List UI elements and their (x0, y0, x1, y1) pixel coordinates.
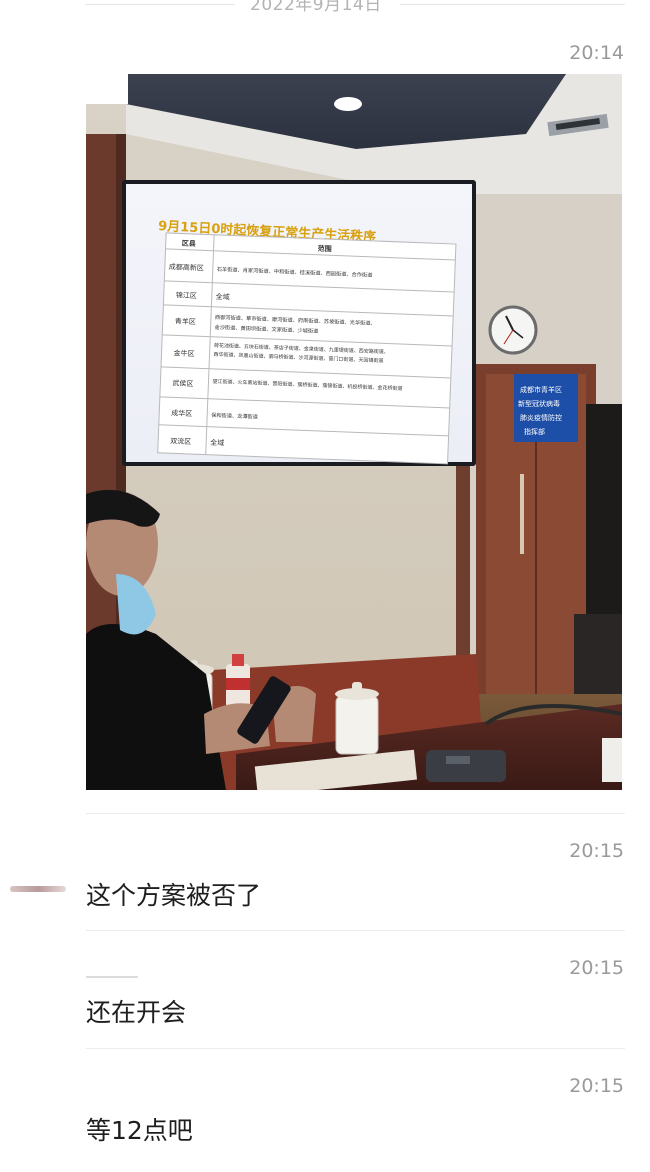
message-photo[interactable]: 成都市青羊区 新型冠状病毒 肺炎疫情防控 指挥部 9月15日0时起恢复正常生产生… (86, 74, 622, 790)
photo-corner-mask (86, 74, 128, 104)
message-text: 还在开会 (86, 998, 187, 1027)
message-divider (86, 930, 625, 931)
date-separator-label: 2022年9月14日 (250, 0, 382, 15)
message-divider (86, 813, 625, 814)
svg-text:锦江区: 锦江区 (176, 290, 197, 300)
svg-text:青羊区: 青羊区 (175, 316, 196, 326)
svg-text:成华区: 成华区 (171, 408, 192, 418)
slide-table: 区县 范围 成都高新区 石羊街道、肖家河街道、中和街道、桂溪街道、西园街道、合作… (157, 232, 457, 465)
svg-text:成都高新区: 成都高新区 (169, 262, 204, 272)
svg-text:全域: 全域 (216, 292, 230, 302)
svg-text:新型冠状病毒: 新型冠状病毒 (518, 399, 560, 408)
separator-line-left (85, 4, 235, 5)
svg-text:范围: 范围 (318, 244, 332, 254)
message-text: 这个方案被否了 (86, 881, 262, 910)
sender-name-fragment (86, 976, 138, 978)
message-text: 等12点吧 (86, 1116, 193, 1145)
svg-text:全域: 全域 (210, 438, 224, 448)
message-timestamp: 20:15 (569, 840, 624, 862)
message-timestamp: 20:14 (569, 42, 624, 64)
message-timestamp: 20:15 (569, 957, 624, 979)
svg-text:成都市青羊区: 成都市青羊区 (520, 385, 562, 394)
svg-text:区县: 区县 (182, 239, 196, 249)
avatar[interactable] (10, 886, 66, 892)
meeting-room-photo: 成都市青羊区 新型冠状病毒 肺炎疫情防控 指挥部 9月15日0时起恢复正常生产生… (86, 74, 622, 790)
svg-text:肺炎疫情防控: 肺炎疫情防控 (520, 413, 562, 422)
separator-line-right (400, 4, 625, 5)
svg-text:指挥部: 指挥部 (524, 427, 545, 436)
chat-page: 2022年9月14日 20:14 成都市青羊区 新型冠状病毒 肺炎疫情防控 指挥… (0, 0, 650, 1172)
svg-text:双流区: 双流区 (170, 436, 191, 446)
tea-cup-right (335, 682, 379, 755)
svg-text:金牛区: 金牛区 (173, 348, 194, 358)
svg-text:武侯区: 武侯区 (172, 378, 193, 388)
message-timestamp: 20:15 (569, 1075, 624, 1097)
message-divider (86, 1048, 625, 1049)
date-separator: 2022年9月14日 (0, 0, 650, 16)
